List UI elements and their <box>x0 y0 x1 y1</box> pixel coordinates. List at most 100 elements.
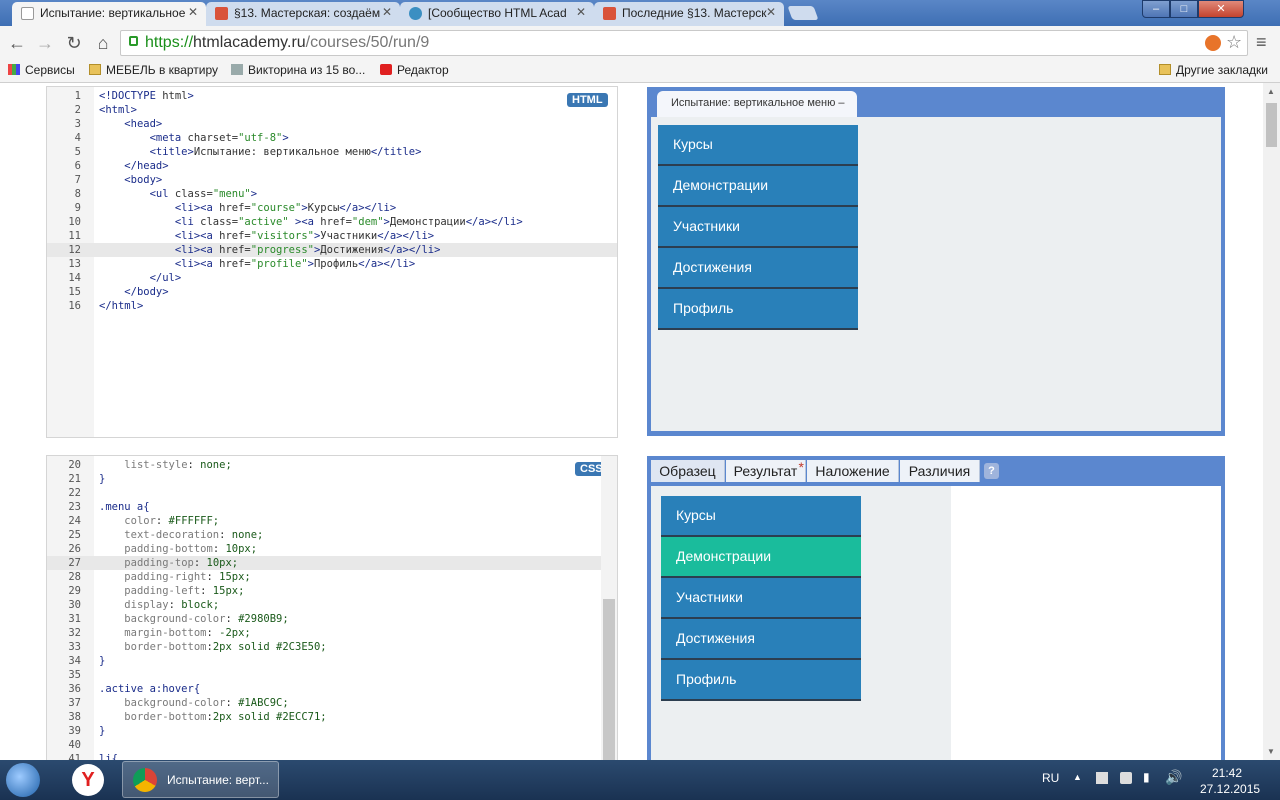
scroll-down-icon[interactable]: ▼ <box>1267 747 1275 756</box>
code-line[interactable]: 16 </html> <box>47 299 617 313</box>
extension-icon[interactable] <box>1205 35 1221 51</box>
clock-date[interactable]: 27.12.2015 <box>1200 782 1260 796</box>
code-line[interactable]: 22 <box>47 486 603 500</box>
tray-expand-icon[interactable]: ▲ <box>1073 772 1082 782</box>
new-tab-button[interactable] <box>787 6 819 20</box>
code-line[interactable]: 25 text-decoration: none; <box>47 528 603 542</box>
reload-button[interactable]: ↻ <box>64 33 84 54</box>
code-line[interactable]: 31 background-color: #2980B9; <box>47 612 603 626</box>
menu-item[interactable]: Курсы <box>661 496 861 537</box>
bookmark-editor[interactable]: Редактор <box>380 63 449 77</box>
minimize-button[interactable]: – <box>1142 0 1170 18</box>
code-line[interactable]: 26 padding-bottom: 10px; <box>47 542 603 556</box>
code-line[interactable]: 40 <box>47 738 603 752</box>
close-icon[interactable]: ✕ <box>188 5 198 19</box>
bookmark-quiz[interactable]: Викторина из 15 во... <box>231 63 365 77</box>
menu-item[interactable]: Демонстрации <box>658 166 858 207</box>
star-icon[interactable]: ☆ <box>1226 32 1242 53</box>
css-editor[interactable]: 20 list-style: none; 21} 22 23 .menu a{24 co… <box>46 455 618 760</box>
menu-item[interactable]: Достижения <box>661 619 861 660</box>
code-line[interactable]: 8 <ul class="menu"> <box>47 187 617 201</box>
code-line[interactable]: 38 border-bottom:2px solid #2ECC71; <box>47 710 603 724</box>
code-line[interactable]: 27 padding-top: 10px; <box>47 556 603 570</box>
language-indicator[interactable]: RU <box>1042 771 1059 785</box>
code-line[interactable]: 2 <html> <box>47 103 617 117</box>
menu-item[interactable]: Профиль <box>658 289 858 330</box>
url-text[interactable]: https://htmlacademy.ru/courses/50/run/9 <box>145 34 429 52</box>
bookmark-services[interactable]: Сервисы <box>8 63 75 77</box>
html-code[interactable]: 1 <!DOCTYPE html> 2 <html> 3 <head> 4 <meta c… <box>47 89 617 313</box>
code-line[interactable]: 1 <!DOCTYPE html> <box>47 89 617 103</box>
code-line[interactable]: 33 border-bottom:2px solid #2C3E50; <box>47 640 603 654</box>
code-line[interactable]: 30 display: block; <box>47 598 603 612</box>
home-button[interactable]: ⌂ <box>93 33 113 54</box>
code-line[interactable]: 10 <li class="active" ><a href="dem">Дем… <box>47 215 617 229</box>
browser-tab[interactable]: Последние §13. Мастерск ✕ <box>594 2 784 26</box>
page-scrollbar-thumb[interactable] <box>1266 103 1277 147</box>
code-line[interactable]: 28 padding-right: 15px; <box>47 570 603 584</box>
taskbar-app-chrome[interactable]: Испытание: верт... <box>122 761 279 798</box>
code-line[interactable]: 21} <box>47 472 603 486</box>
css-scrollbar-thumb[interactable] <box>603 599 615 760</box>
code-line[interactable]: 37 background-color: #1ABC9C; <box>47 696 603 710</box>
css-scrollbar[interactable] <box>601 456 617 760</box>
menu-item[interactable]: Достижения <box>658 248 858 289</box>
code-line[interactable]: 11 <li><a href="visitors">Участники</a><… <box>47 229 617 243</box>
code-line[interactable]: 39} <box>47 724 603 738</box>
code-line[interactable]: 41 li{ <box>47 752 603 760</box>
bookmark-furniture[interactable]: МЕБЕЛЬ в квартиру <box>89 63 218 77</box>
code-line[interactable]: 29 padding-left: 15px; <box>47 584 603 598</box>
html-editor[interactable]: 1 <!DOCTYPE html> 2 <html> 3 <head> 4 <meta c… <box>46 86 618 438</box>
code-line[interactable]: 20 list-style: none; <box>47 458 603 472</box>
code-line[interactable]: 24 color: #FFFFFF; <box>47 514 603 528</box>
bookmark-other[interactable]: Другие закладки <box>1159 63 1268 77</box>
code-line[interactable]: 36 .active a:hover{ <box>47 682 603 696</box>
volume-icon[interactable]: 🔊 <box>1165 769 1182 786</box>
yandex-browser-icon[interactable]: Y <box>72 764 104 796</box>
scroll-up-icon[interactable]: ▲ <box>1267 87 1275 96</box>
code-line[interactable]: 4 <meta charset="utf-8"> <box>47 131 617 145</box>
code-line[interactable]: 12 <li><a href="progress">Достижения</a>… <box>47 243 617 257</box>
page-scrollbar[interactable]: ▲ ▼ <box>1263 83 1280 760</box>
code-line[interactable]: 23 .menu a{ <box>47 500 603 514</box>
back-button[interactable]: ← <box>7 33 27 54</box>
clock-time[interactable]: 21:42 <box>1212 766 1242 780</box>
code-line[interactable]: 9 <li><a href="course">Курсы</a></li> <box>47 201 617 215</box>
code-line[interactable]: 13 <li><a href="profile">Профиль</a></li… <box>47 257 617 271</box>
close-icon[interactable]: ✕ <box>382 5 392 19</box>
code-line[interactable]: 14 </ul> <box>47 271 617 285</box>
code-line[interactable]: 35 <box>47 668 603 682</box>
browser-tab[interactable]: §13. Мастерская: создаём ✕ <box>206 2 400 26</box>
tab-overlay[interactable]: Наложение <box>807 460 899 482</box>
code-line[interactable]: 3 <head> <box>47 117 617 131</box>
start-button[interactable] <box>6 763 40 797</box>
help-button[interactable]: ? <box>984 463 999 479</box>
maximize-button[interactable]: □ <box>1170 0 1198 18</box>
forward-button[interactable]: → <box>35 33 55 54</box>
code-line[interactable]: 32 margin-bottom: -2px; <box>47 626 603 640</box>
code-line[interactable]: 5 <title>Испытание: вертикальное меню</t… <box>47 145 617 159</box>
menu-item[interactable]: Участники <box>661 578 861 619</box>
menu-item[interactable]: Демонстрации <box>661 537 861 578</box>
close-icon[interactable]: ✕ <box>576 5 586 19</box>
code-line[interactable]: 34} <box>47 654 603 668</box>
menu-item[interactable]: Профиль <box>661 660 861 701</box>
code-line[interactable]: 15 </body> <box>47 285 617 299</box>
menu-item[interactable]: Участники <box>658 207 858 248</box>
tab-diff[interactable]: Различия <box>900 460 980 482</box>
close-window-button[interactable]: ✕ <box>1198 0 1244 18</box>
device-icon[interactable] <box>1120 772 1132 784</box>
tab-result[interactable]: Результат * <box>726 459 806 482</box>
address-bar[interactable]: https://htmlacademy.ru/courses/50/run/9 … <box>120 30 1248 56</box>
browser-tab-active[interactable]: Испытание: вертикальное ✕ <box>12 2 206 26</box>
flag-icon[interactable] <box>1096 772 1108 784</box>
close-icon[interactable]: ✕ <box>766 5 776 19</box>
code-line[interactable]: 7 <body> <box>47 173 617 187</box>
tab-sample[interactable]: Образец <box>651 460 725 482</box>
menu-item[interactable]: Курсы <box>658 125 858 166</box>
menu-icon[interactable]: ≡ <box>1256 32 1267 53</box>
css-code[interactable]: 20 list-style: none; 21} 22 23 .menu a{24 co… <box>47 458 603 760</box>
code-line[interactable]: 6 </head> <box>47 159 617 173</box>
browser-tab[interactable]: [Сообщество HTML Acad ✕ <box>400 2 594 26</box>
network-icon[interactable]: ▮ <box>1143 770 1150 784</box>
